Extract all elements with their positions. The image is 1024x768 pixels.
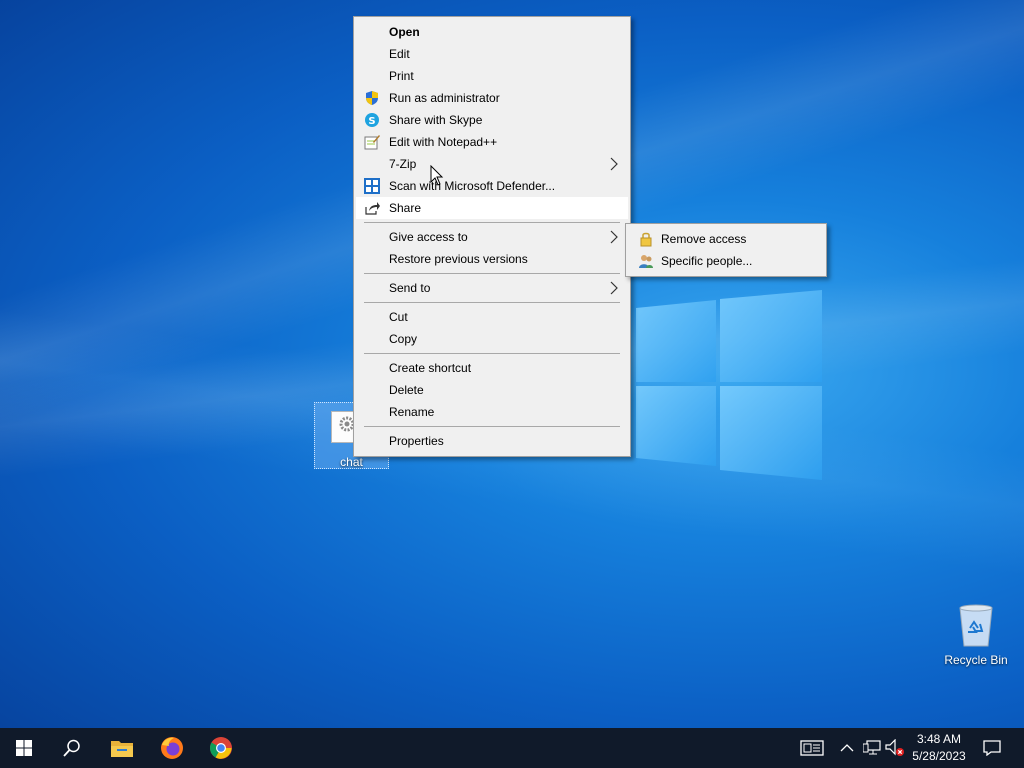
start-button[interactable] <box>0 728 48 768</box>
taskbar: 3:48 AM 5/28/2023 <box>0 728 1024 768</box>
menu-item-give-access-to[interactable]: Give access to <box>356 226 628 248</box>
menu-item-share-with-skype[interactable]: S Share with Skype <box>356 109 628 131</box>
lock-icon <box>640 232 652 247</box>
chevron-up-icon <box>840 744 854 752</box>
menu-item-send-to[interactable]: Send to <box>356 277 628 299</box>
recycle-bin-label: Recycle Bin <box>944 653 1008 667</box>
menu-item-share[interactable]: Share <box>356 197 628 219</box>
volume-button[interactable] <box>885 738 905 758</box>
submenu-item-remove-access[interactable]: Remove access <box>628 228 824 250</box>
menu-item-rename[interactable]: Rename <box>356 401 628 423</box>
people-icon <box>639 255 653 268</box>
menu-item-label: Properties <box>389 434 444 448</box>
news-icon <box>800 740 824 756</box>
menu-item-restore-previous-versions[interactable]: Restore previous versions <box>356 248 628 270</box>
menu-item-label: Create shortcut <box>389 361 472 375</box>
menu-item-7zip[interactable]: 7-Zip <box>356 153 628 175</box>
clock-time: 3:48 AM <box>916 732 962 746</box>
share-icon <box>365 202 380 215</box>
clock-date: 5/28/2023 <box>912 749 966 763</box>
submenu-item-specific-people[interactable]: Specific people... <box>628 250 824 272</box>
show-hidden-icons-button[interactable] <box>837 738 857 758</box>
menu-separator <box>364 302 620 303</box>
menu-item-label: Restore previous versions <box>389 252 528 266</box>
menu-item-label: Give access to <box>389 230 468 244</box>
notification-icon <box>983 740 1001 756</box>
search-icon <box>63 739 80 757</box>
recycle-bin-icon <box>959 604 993 647</box>
recycle-bin[interactable]: Recycle Bin <box>940 600 1012 670</box>
menu-item-cut[interactable]: Cut <box>356 306 628 328</box>
chevron-right-icon <box>610 157 618 171</box>
network-icon <box>863 740 881 755</box>
menu-separator <box>364 222 620 223</box>
menu-item-label: Share <box>389 201 422 215</box>
menu-item-properties[interactable]: Properties <box>356 430 628 452</box>
taskbar-clock[interactable]: 3:48 AM 5/28/2023 <box>904 731 974 765</box>
menu-separator <box>364 353 620 354</box>
menu-item-label: Run as administrator <box>389 91 500 105</box>
menu-separator <box>364 273 620 274</box>
menu-item-label: Open <box>389 25 420 39</box>
chevron-right-icon <box>610 230 618 244</box>
menu-item-edit-with-notepadpp[interactable]: Edit with Notepad++ <box>356 131 628 153</box>
menu-item-print[interactable]: Print <box>356 65 628 87</box>
skype-icon: S <box>365 113 379 127</box>
action-center-button[interactable] <box>982 738 1002 758</box>
menu-item-label: Scan with Microsoft Defender... <box>389 179 556 193</box>
menu-item-scan-with-defender[interactable]: Scan with Microsoft Defender... <box>356 175 628 197</box>
menu-item-copy[interactable]: Copy <box>356 328 628 350</box>
menu-item-run-as-administrator[interactable]: Run as administrator <box>356 87 628 109</box>
menu-item-label: Share with Skype <box>389 113 483 127</box>
chrome-icon <box>210 737 232 759</box>
taskbar-firefox[interactable] <box>148 728 196 768</box>
menu-item-label: Rename <box>389 405 435 419</box>
menu-item-label: Cut <box>389 310 408 324</box>
network-button[interactable] <box>862 738 882 758</box>
start-icon <box>16 740 32 756</box>
context-menu: Open Edit Print Run as administrator S S… <box>353 16 631 457</box>
menu-item-edit[interactable]: Edit <box>356 43 628 65</box>
taskbar-chrome[interactable] <box>197 728 245 768</box>
file-label: chat <box>340 455 363 469</box>
menu-item-create-shortcut[interactable]: Create shortcut <box>356 357 628 379</box>
file-explorer-icon <box>111 741 133 757</box>
menu-item-label: Edit <box>389 47 410 61</box>
search-button[interactable] <box>48 728 96 768</box>
menu-item-delete[interactable]: Delete <box>356 379 628 401</box>
news-widget-button[interactable] <box>800 738 824 758</box>
menu-item-label: Print <box>389 69 414 83</box>
mouse-cursor-icon <box>430 165 444 186</box>
menu-item-label: Send to <box>389 281 431 295</box>
windows-logo-wallpaper <box>636 290 822 480</box>
volume-muted-icon <box>885 739 904 756</box>
firefox-icon <box>161 737 183 759</box>
submenu-item-label: Specific people... <box>661 254 753 268</box>
chevron-right-icon <box>610 281 618 295</box>
shield-icon <box>366 91 378 105</box>
taskbar-file-explorer[interactable] <box>98 728 146 768</box>
menu-item-label: Copy <box>389 332 418 346</box>
notepadpp-icon <box>364 135 380 150</box>
give-access-submenu: Remove access Specific people... <box>625 223 827 277</box>
menu-item-label: Delete <box>389 383 424 397</box>
submenu-item-label: Remove access <box>661 232 747 246</box>
menu-item-label: 7-Zip <box>389 157 417 171</box>
menu-item-label: Edit with Notepad++ <box>389 135 498 149</box>
svg-text:S: S <box>368 116 375 127</box>
menu-separator <box>364 426 620 427</box>
defender-icon <box>364 178 380 194</box>
menu-item-open[interactable]: Open <box>356 21 628 43</box>
